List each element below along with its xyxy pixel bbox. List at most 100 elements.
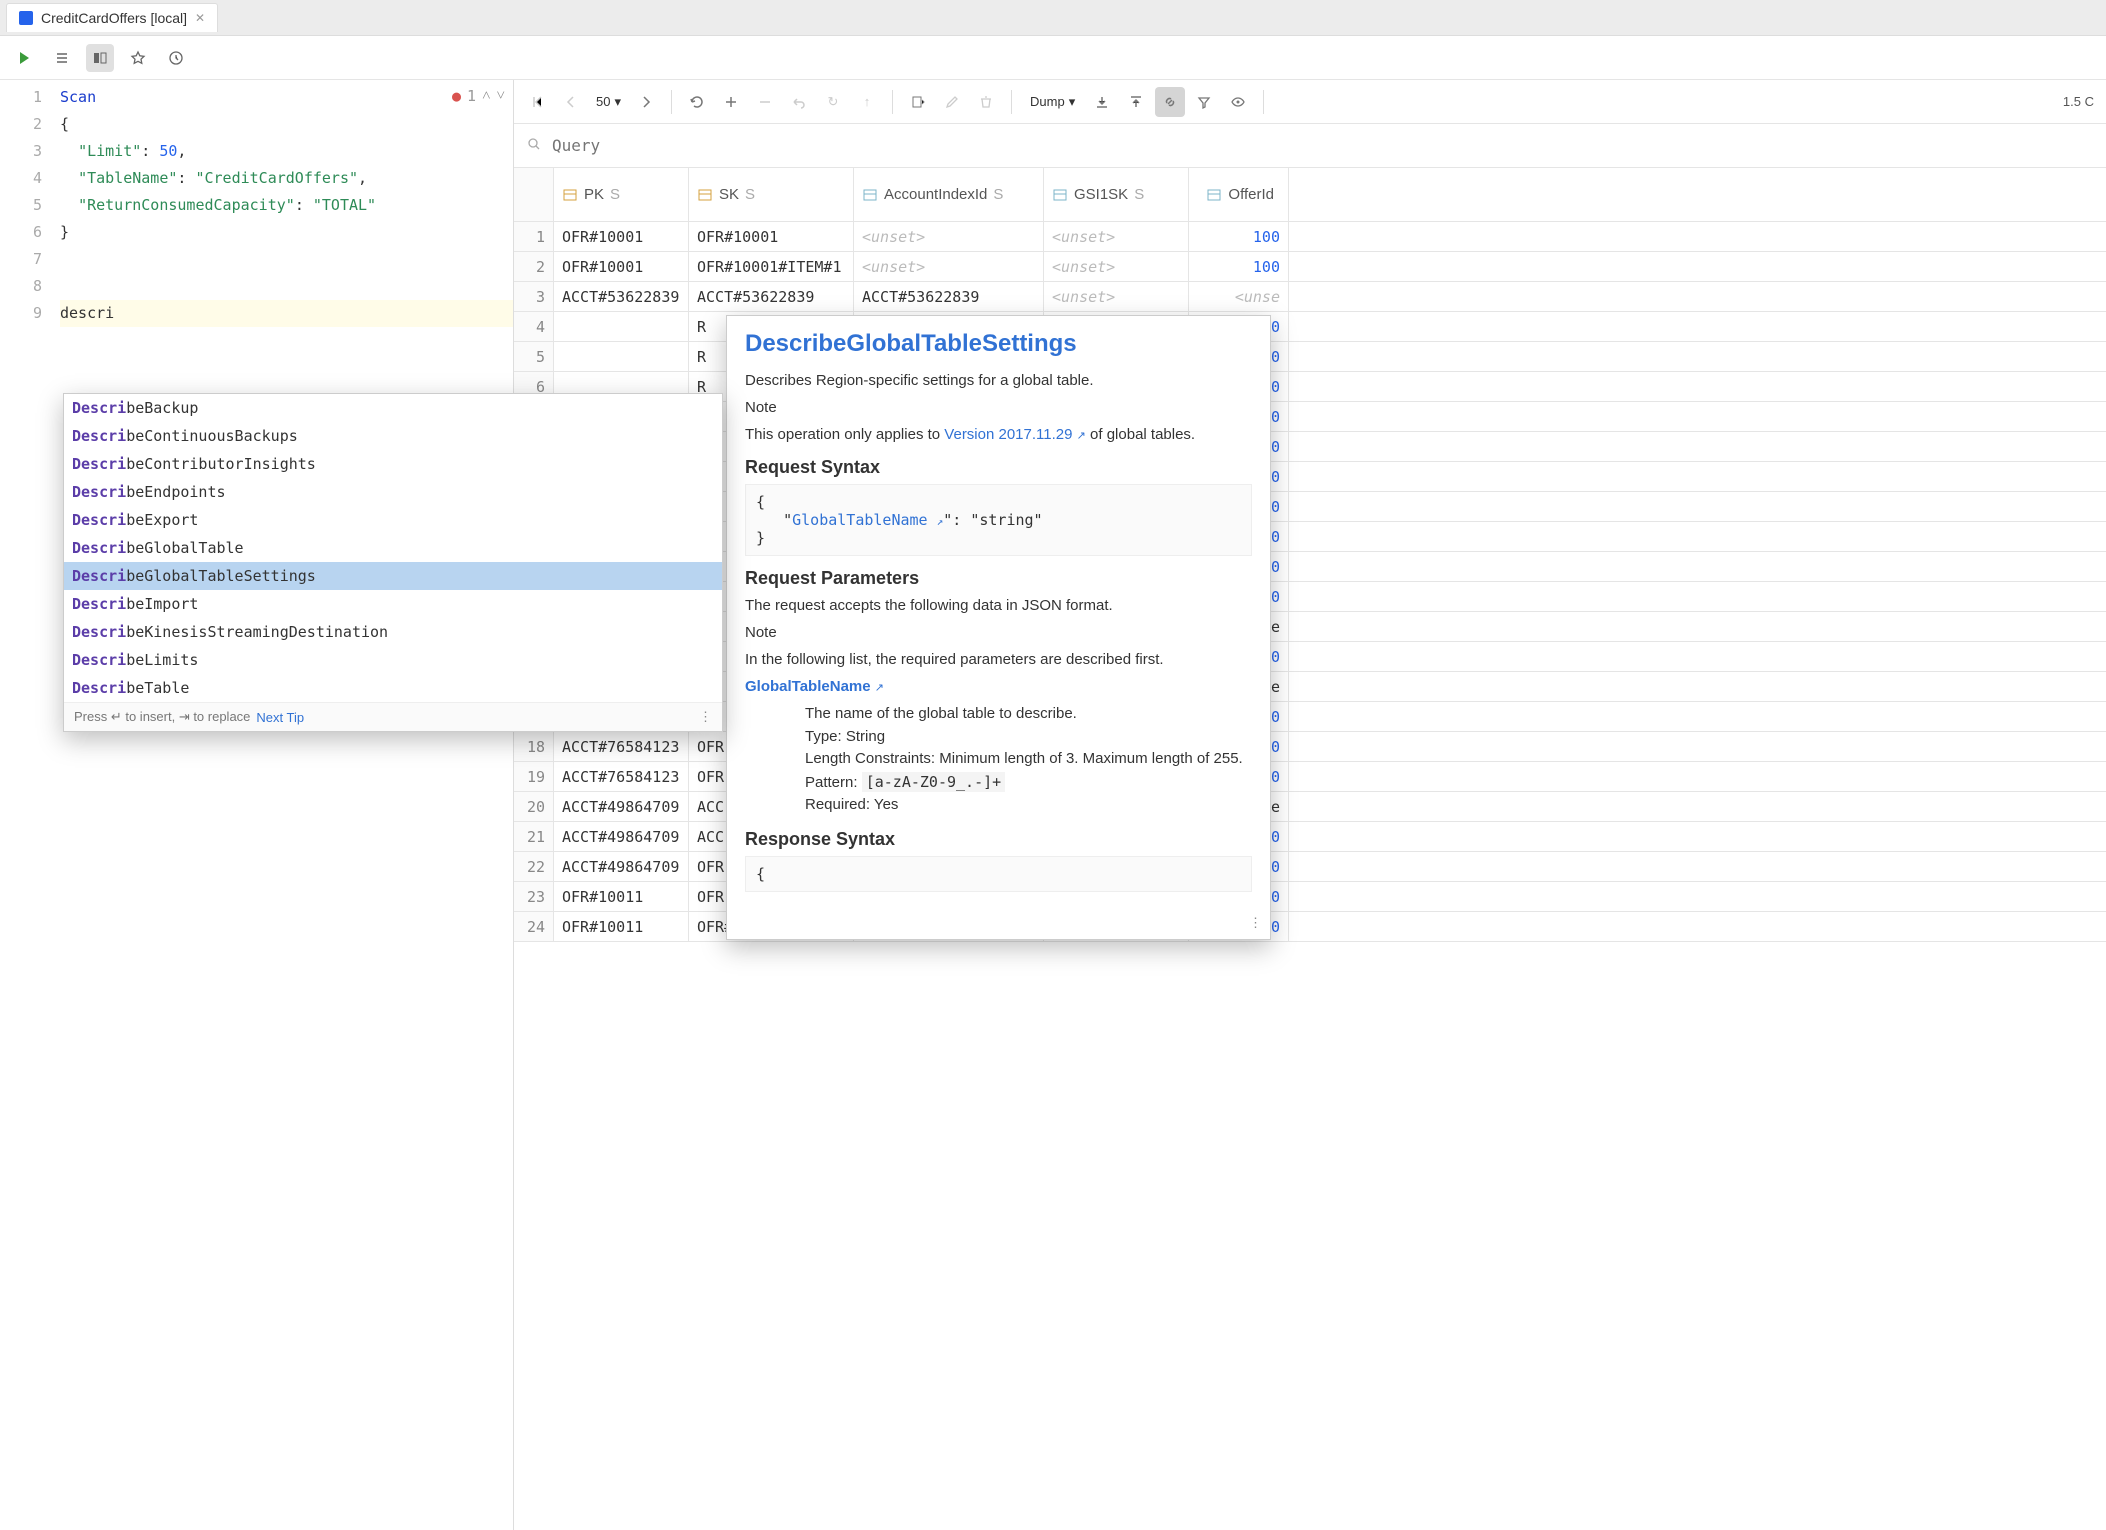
autocomplete-item[interactable]: DescribeKinesisStreamingDestination [64,618,722,646]
export-data-icon[interactable] [903,87,933,117]
refresh-icon[interactable] [682,87,712,117]
table-cell[interactable]: <unset> [1044,282,1189,311]
undo-icon[interactable] [784,87,814,117]
doc-params-intro: The request accepts the following data i… [745,595,1252,616]
tab-title: CreditCardOffers [local] [41,10,187,26]
table-cell[interactable]: OFR#10001 [554,222,689,251]
column-header[interactable]: PK S [554,168,689,221]
table-cell[interactable]: <unset> [1044,252,1189,281]
download-icon[interactable] [1087,87,1117,117]
param-description: The name of the global table to describe… [805,703,1252,726]
column-header[interactable]: SK S [689,168,854,221]
history-icon[interactable] [162,44,190,72]
autocomplete-item[interactable]: DescribeExport [64,506,722,534]
table-row[interactable]: 1OFR#10001OFR#10001<unset><unset>100 [514,222,2106,252]
list-view-icon[interactable] [48,44,76,72]
param-pattern: Pattern: [a-zA-Z0-9_.-]+ [805,771,1252,795]
param-type: Type: String [805,726,1252,749]
table-cell[interactable]: <unset> [1044,222,1189,251]
table-cell[interactable] [554,312,689,341]
prev-error-icon[interactable]: ˄ [482,86,490,105]
table-cell[interactable]: ACCT#53622839 [554,282,689,311]
table-row[interactable]: 2OFR#10001OFR#10001#ITEM#1<unset><unset>… [514,252,2106,282]
rownum-header [514,168,554,221]
more-icon[interactable]: ⋮ [699,709,712,725]
table-cell[interactable]: OFR#10001 [689,222,854,251]
param-name-link[interactable]: GlobalTableName ↗ [745,676,1252,697]
param-required: Required: Yes [805,794,1252,817]
chevron-down-icon: ▾ [614,94,621,110]
autocomplete-item[interactable]: DescribeContinuousBackups [64,422,722,450]
autocomplete-item[interactable]: DescribeGlobalTableSettings [64,562,722,590]
results-toolbar: 50 ▾ ↻ ↑ [514,80,2106,124]
table-cell[interactable]: 100 [1189,222,1289,251]
prev-page-icon[interactable] [556,87,586,117]
version-link[interactable]: Version 2017.11.29 ↗ [944,426,1086,443]
response-syntax-heading: Response Syntax [745,829,1252,850]
column-header[interactable]: GSI1SK S [1044,168,1189,221]
next-tip-link[interactable]: Next Tip [256,710,304,725]
autocomplete-item[interactable]: DescribeEndpoints [64,478,722,506]
split-view-icon[interactable] [86,44,114,72]
delete-row-icon[interactable] [750,87,780,117]
table-cell[interactable]: OFR#10001#ITEM#1 [689,252,854,281]
table-row[interactable]: 3ACCT#53622839ACCT#53622839ACCT#53622839… [514,282,2106,312]
autocomplete-item[interactable]: DescribeImport [64,590,722,618]
column-header[interactable]: AccountIndexId S [854,168,1044,221]
table-cell[interactable]: ACCT#49864709 [554,852,689,881]
edit-icon[interactable] [937,87,967,117]
table-cell[interactable] [554,342,689,371]
autocomplete-popup: DescribeBackupDescribeContinuousBackupsD… [63,393,723,732]
add-row-icon[interactable] [716,87,746,117]
autocomplete-hint: Press ↵ to insert, ⇥ to replace [74,709,250,725]
more-icon[interactable]: ⋮ [1249,915,1262,931]
close-icon[interactable]: ✕ [195,11,205,25]
next-page-icon[interactable] [631,87,661,117]
commit-icon[interactable]: ↑ [852,87,882,117]
request-params-heading: Request Parameters [745,568,1252,589]
doc-title: DescribeGlobalTableSettings [745,330,1252,358]
export-format-select[interactable]: Dump ▾ [1022,90,1083,114]
table-cell[interactable]: OFR#10001 [554,252,689,281]
doc-note2: Note [745,622,1252,643]
page-size-select[interactable]: 50 ▾ [590,92,627,112]
autocomplete-item[interactable]: DescribeBackup [64,394,722,422]
upload-icon[interactable] [1121,87,1151,117]
table-cell[interactable]: ACCT#53622839 [854,282,1044,311]
code-editor[interactable]: ● 1 ˄ ˅ Scan{ "Limit": 50, "TableName": … [60,80,513,1530]
zoom-label: 1.5 C [2063,94,2098,109]
autocomplete-item[interactable]: DescribeGlobalTable [64,534,722,562]
table-cell[interactable]: ACCT#76584123 [554,732,689,761]
autocomplete-item[interactable]: DescribeTable [64,674,722,702]
tab-creditcardoffers[interactable]: CreditCardOffers [local] ✕ [6,3,218,32]
table-cell[interactable]: ACCT#76584123 [554,762,689,791]
dump-label: Dump [1030,94,1065,109]
table-cell[interactable]: OFR#10011 [554,912,689,941]
first-page-icon[interactable] [522,87,552,117]
table-cell[interactable]: <unset> [854,252,1044,281]
globaltablename-link[interactable]: GlobalTableName ↗ [792,511,943,529]
next-error-icon[interactable]: ˅ [497,86,505,105]
table-cell[interactable]: 100 [1189,252,1289,281]
query-input[interactable] [552,136,2094,155]
autocomplete-item[interactable]: DescribeContributorInsights [64,450,722,478]
table-cell[interactable]: <unse [1189,282,1289,311]
link-icon[interactable] [1155,87,1185,117]
eye-icon[interactable] [1223,87,1253,117]
table-cell[interactable]: OFR#10011 [554,882,689,911]
autocomplete-item[interactable]: DescribeLimits [64,646,722,674]
page-size-value: 50 [596,94,610,109]
editor-toolbar [0,36,2106,80]
chevron-down-icon: ▾ [1069,94,1076,110]
run-button[interactable] [10,44,38,72]
trash-icon[interactable] [971,87,1001,117]
redo-icon[interactable]: ↻ [818,87,848,117]
table-cell[interactable]: ACCT#49864709 [554,792,689,821]
star-icon[interactable] [124,44,152,72]
table-cell[interactable]: ACCT#49864709 [554,822,689,851]
column-header[interactable]: OfferId [1189,168,1289,221]
table-cell[interactable]: <unset> [854,222,1044,251]
table-cell[interactable]: ACCT#53622839 [689,282,854,311]
query-bar [514,124,2106,168]
filter-icon[interactable] [1189,87,1219,117]
